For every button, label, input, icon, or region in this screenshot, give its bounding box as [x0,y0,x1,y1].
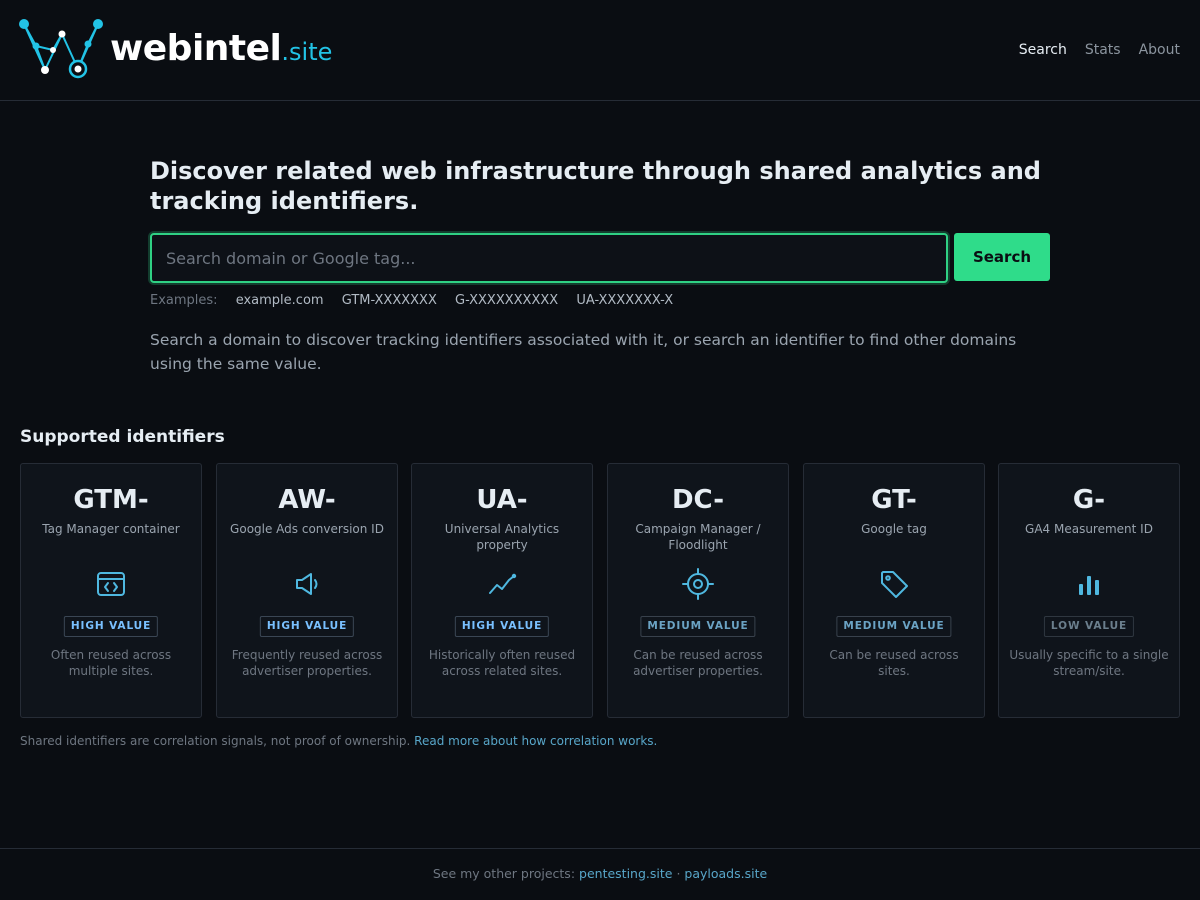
search-button[interactable]: Search [954,233,1050,281]
card-note: Usually specific to a single stream/site… [1009,648,1169,678]
network-logo-icon[interactable] [18,14,110,84]
identifier-cards: GTM- Tag Manager container HIGH VALUE Of… [20,463,1180,718]
value-badge: MEDIUM VALUE [640,616,756,637]
card-description: Google Ads conversion ID [230,522,384,536]
card-description: Google tag [861,522,927,536]
footer-link-payloads[interactable]: payloads.site [684,866,767,881]
identifier-card-aw: AW- Google Ads conversion ID HIGH VALUE … [216,463,398,718]
search-examples: Examples: example.com GTM-XXXXXXX G-XXXX… [150,292,687,310]
card-note: Frequently reused across advertiser prop… [231,648,383,678]
card-note: Can be reused across advertiser properti… [633,648,763,678]
brand-name: webintel [110,28,282,69]
footer-separator: · [676,866,681,881]
crosshair-icon [682,568,714,600]
card-prefix: DC- [671,485,725,515]
examples-label: Examples: [150,293,218,308]
disclaimer-text: Shared identifiers are correlation signa… [20,734,411,748]
example-link-domain[interactable]: example.com [236,293,324,308]
code-window-icon [97,572,125,596]
example-link-ua[interactable]: UA-XXXXXXX-X [576,293,673,308]
footer-prefix: See my other projects: [432,866,576,881]
footer-link-pentesting[interactable]: pentesting.site [579,866,672,881]
hero-description: Search a domain to discover tracking ide… [150,331,1017,373]
card-note: Historically often reused across related… [428,648,576,678]
identifier-card-gt: GT- Google tag MEDIUM VALUE Can be reuse… [803,463,985,718]
search-form: Search [150,233,1050,283]
card-note: Can be reused across sites. [829,648,959,678]
site-header: webintel.site Search Stats About [0,0,1200,101]
card-description: Universal Analytics property [444,522,560,552]
value-badge: HIGH VALUE [259,616,355,637]
card-prefix: GTM- [73,485,149,515]
card-prefix: AW- [278,485,336,515]
search-input[interactable] [150,233,948,283]
card-prefix: GT- [871,485,917,515]
nav-stats-link[interactable]: Stats [1085,40,1121,60]
card-description: GA4 Measurement ID [1025,522,1153,536]
nav-about-link[interactable]: About [1139,40,1180,60]
value-badge: HIGH VALUE [454,616,550,637]
example-link-ga4[interactable]: G-XXXXXXXXXX [455,293,558,308]
hero-heading: Discover related web infrastructure thro… [150,157,1041,215]
correlation-disclaimer: Shared identifiers are correlation signa… [20,732,657,750]
brand-logo-text[interactable]: webintel.site [110,26,332,75]
value-badge: LOW VALUE [1043,616,1135,637]
megaphone-icon [296,573,318,595]
identifier-card-gtm: GTM- Tag Manager container HIGH VALUE Of… [20,463,202,718]
tag-icon [881,571,908,598]
main-nav: Search Stats About [1019,40,1180,60]
hero-section: Discover related web infrastructure thro… [150,156,1050,373]
brand-tld: .site [281,38,333,66]
identifier-card-dc: DC- Campaign Manager / Floodlight MEDIUM… [607,463,789,718]
correlation-info-link[interactable]: Read more about how correlation works. [414,734,657,748]
trend-line-icon [489,573,517,594]
identifier-card-ua: UA- Universal Analytics property HIGH VA… [411,463,593,718]
value-badge: MEDIUM VALUE [836,616,952,637]
site-footer: See my other projects: pentesting.site ·… [0,848,1200,900]
card-note: Often reused across multiple sites. [50,648,172,678]
card-description: Tag Manager container [42,522,180,536]
example-link-gtm[interactable]: GTM-XXXXXXX [342,293,437,308]
card-description: Campaign Manager / Floodlight [635,522,761,552]
value-badge: HIGH VALUE [63,616,159,637]
identifier-card-g: G- GA4 Measurement ID LOW VALUE Usually … [998,463,1180,718]
nav-search-link[interactable]: Search [1019,40,1067,60]
card-prefix: G- [1072,485,1106,515]
section-title: Supported identifiers [20,427,225,447]
card-prefix: UA- [476,485,528,515]
bar-chart-icon [1079,576,1099,595]
